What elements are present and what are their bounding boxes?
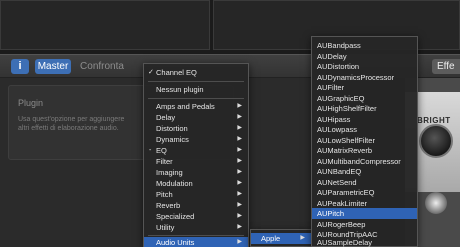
menu-item-modulation[interactable]: Modulation ▶ [144,178,248,189]
amp-toggle-switch[interactable] [425,192,447,214]
menu-item-amps-and-pedals[interactable]: Amps and Pedals ▶ [144,101,248,112]
submenu-arrow-icon: ▶ [300,235,305,241]
submenu-arrow-icon: ▶ [237,224,242,230]
effects-button[interactable]: Effe [432,59,460,74]
menu-item-no-plugin[interactable]: Nessun plugin [144,84,248,95]
tracks-pane-left [0,0,210,50]
menu-item-reverb[interactable]: Reverb ▶ [144,200,248,211]
submenu-arrow-icon: ▶ [237,169,242,175]
dash-icon: - [149,147,152,154]
submenu-arrow-icon: ▶ [237,125,242,131]
menu-item-delay[interactable]: Delay ▶ [144,112,248,123]
menu-item-aubandpass[interactable]: AUBandpass [312,40,417,51]
menu-item-aurogerbeep[interactable]: AURogerBeep [312,219,417,230]
compare-button[interactable]: Confronta [78,59,126,74]
menu-item-eq[interactable]: - EQ ▶ [144,145,248,156]
plugin-title: Plugin [18,98,44,108]
menu-item-utility[interactable]: Utility ▶ [144,222,248,233]
menu-item-filter[interactable]: Filter ▶ [144,156,248,167]
menu-item-aumultibandcompressor[interactable]: AUMultibandCompressor [312,156,417,167]
menu-item-dynamics[interactable]: Dynamics ▶ [144,134,248,145]
submenu-arrow-icon: ▶ [237,180,242,186]
audio-units-vendor-menu: Apple ▶ [250,229,312,247]
submenu-arrow-icon: ▶ [237,147,242,153]
checkmark-icon: ✓ [148,69,154,76]
submenu-arrow-icon: ▶ [237,239,242,245]
menu-item-auhighshelffilter[interactable]: AUHighShelfFilter [312,103,417,114]
plugin-description: Usa quest'opzione per aggiungere altri e… [18,116,125,132]
menu-separator [148,98,244,99]
apple-audio-units-menu: AUBandpass AUDelay AUDistortion AUDynami… [311,36,418,247]
menu-item-channel-eq[interactable]: ✓ Channel EQ [144,67,248,78]
menu-item-aulowpass[interactable]: AULowpass [312,124,417,135]
menu-item-auhipass[interactable]: AUHipass [312,114,417,125]
menu-item-aufilter[interactable]: AUFilter [312,82,417,93]
menu-item-audynamicsprocessor[interactable]: AUDynamicsProcessor [312,72,417,83]
submenu-arrow-icon: ▶ [237,191,242,197]
menu-item-distortion[interactable]: Distortion ▶ [144,123,248,134]
submenu-arrow-icon: ▶ [237,213,242,219]
menu-item-aumatrixreverb[interactable]: AUMatrixReverb [312,145,417,156]
menu-item-imaging[interactable]: Imaging ▶ [144,167,248,178]
submenu-arrow-icon: ▶ [237,202,242,208]
master-button[interactable]: Master [35,59,71,74]
plugin-menu: ✓ Channel EQ Nessun plugin Amps and Pedal… [143,63,249,247]
menu-separator [148,235,244,236]
menu-item-aulowshelffilter[interactable]: AULowShelfFilter [312,135,417,146]
menu-item-ausampledelay[interactable]: AUSampleDelay [312,237,417,247]
menu-item-aunetsend[interactable]: AUNetSend [312,177,417,188]
menu-item-auparametriceq[interactable]: AUParametricEQ [312,187,417,198]
menu-item-augraphiceq[interactable]: AUGraphicEQ [312,93,417,104]
menu-item-pitch[interactable]: Pitch ▶ [144,189,248,200]
amp-knob[interactable] [419,124,453,158]
submenu-arrow-icon: ▶ [237,103,242,109]
menu-separator [148,81,244,82]
menu-item-apple[interactable]: Apple ▶ [251,233,311,244]
submenu-arrow-icon: ▶ [237,158,242,164]
menu-item-audelay[interactable]: AUDelay [312,51,417,62]
menu-item-aupitch[interactable]: AUPitch [312,208,417,219]
menu-item-specialized[interactable]: Specialized ▶ [144,211,248,222]
menu-item-audistortion[interactable]: AUDistortion [312,61,417,72]
submenu-arrow-icon: ▶ [237,114,242,120]
menu-item-aunbandeq[interactable]: AUNBandEQ [312,166,417,177]
info-button[interactable]: i [11,59,29,74]
menu-item-audio-units[interactable]: Audio Units ▶ [144,237,248,247]
menu-item-aupeaklimiter[interactable]: AUPeakLimiter [312,198,417,209]
submenu-arrow-icon: ▶ [237,136,242,142]
